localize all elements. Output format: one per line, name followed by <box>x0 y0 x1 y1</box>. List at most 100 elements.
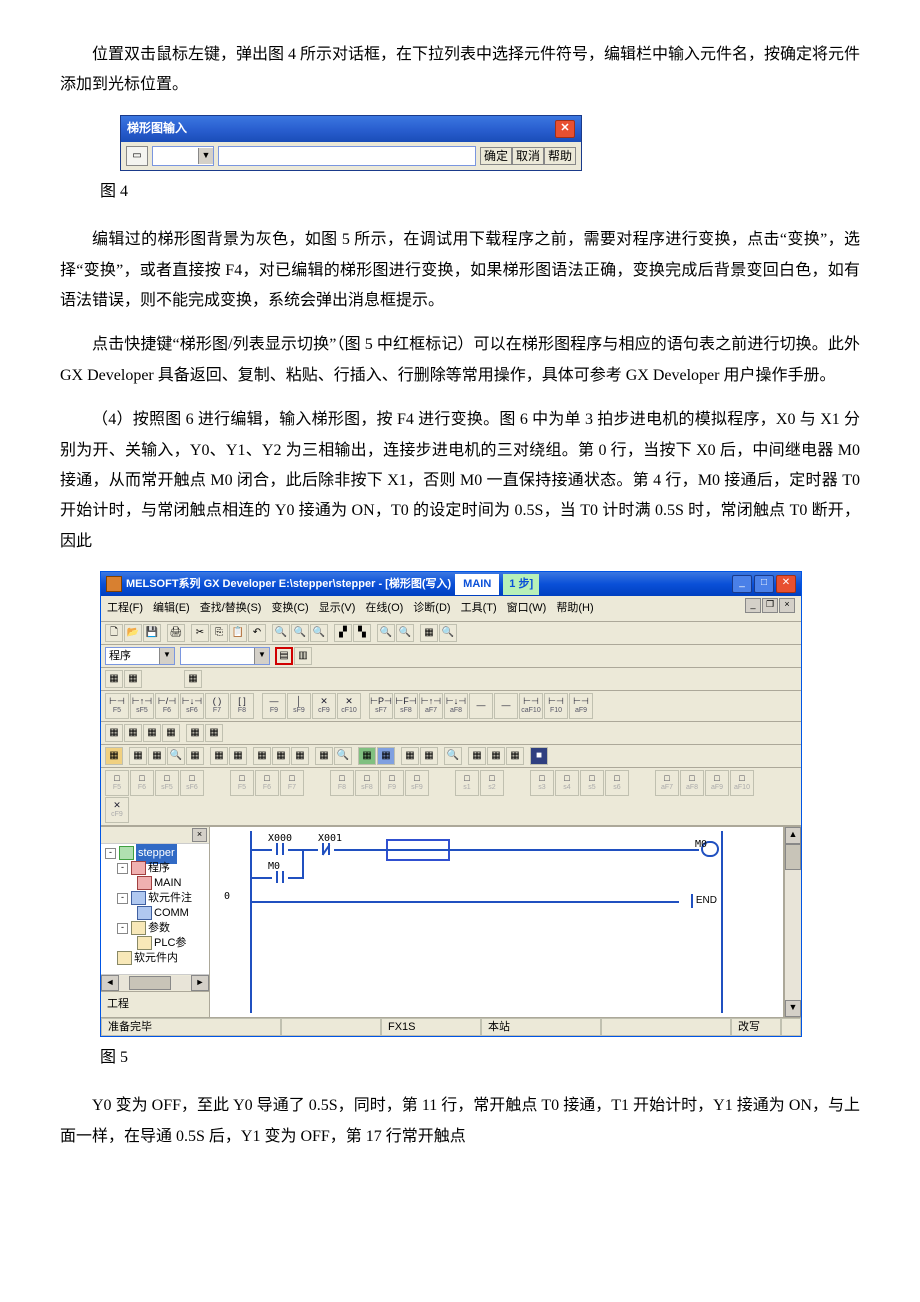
save-icon[interactable]: 💾 <box>143 624 161 642</box>
new-icon[interactable]: 🗋 <box>105 624 123 642</box>
tb6-1-icon[interactable]: ▦ <box>105 747 123 765</box>
tb6-11-icon[interactable]: ▦ <box>315 747 333 765</box>
element-name-input[interactable] <box>218 146 476 166</box>
tb6-10-icon[interactable]: ▦ <box>291 747 309 765</box>
tb6-15-icon[interactable]: ▦ <box>401 747 419 765</box>
menu-diagnose[interactable]: 诊断(D) <box>413 598 450 619</box>
menu-tools[interactable]: 工具(T) <box>461 598 497 619</box>
zoom-out-icon[interactable]: 🔍 <box>396 624 414 642</box>
contact-m0[interactable] <box>272 869 288 885</box>
paste-icon[interactable]: 📋 <box>229 624 247 642</box>
find-dev-icon[interactable]: 🔍 <box>291 624 309 642</box>
tb3-c-icon[interactable]: ▦ <box>184 670 202 688</box>
tb5-2-icon[interactable]: ▦ <box>124 724 142 742</box>
sym-sf7[interactable]: ⊢P⊣sF7 <box>369 693 393 719</box>
tree-collapse-icon[interactable]: - <box>117 863 128 874</box>
tb6-2-icon[interactable]: ▦ <box>129 747 147 765</box>
sym-f6[interactable]: ⊢/⊣F6 <box>155 693 179 719</box>
tb6-18-icon[interactable]: ▦ <box>468 747 486 765</box>
sym-cf10[interactable]: ✕cF10 <box>337 693 361 719</box>
tree-tab-project[interactable]: 工程 <box>101 991 209 1017</box>
tb6-19-icon[interactable]: ▦ <box>487 747 505 765</box>
hscroll-thumb[interactable] <box>129 976 171 990</box>
mdi-restore-icon[interactable]: ❐ <box>762 598 778 613</box>
program-name-combo[interactable]: ▼ <box>180 647 270 665</box>
tree-devmem[interactable]: 软元件内 <box>134 948 178 969</box>
menu-edit[interactable]: 编辑(E) <box>153 598 190 619</box>
tree-collapse-icon[interactable]: - <box>117 923 128 934</box>
tree-hscrollbar[interactable]: ◄ ► <box>101 974 209 991</box>
ladder-vscrollbar[interactable]: ▲ ▼ <box>784 827 801 1017</box>
tb3-b-icon[interactable]: ▦ <box>124 670 142 688</box>
close-icon[interactable]: ✕ <box>776 575 796 593</box>
tb6-20-icon[interactable]: ▦ <box>506 747 524 765</box>
symbol-icon[interactable]: ▭ <box>126 146 148 166</box>
sym-f7[interactable]: ( )F7 <box>205 693 229 719</box>
undo-icon[interactable]: ↶ <box>248 624 266 642</box>
list-view-icon[interactable]: ▥ <box>294 647 312 665</box>
tb6-9-icon[interactable]: ▦ <box>272 747 290 765</box>
tb6-14-icon[interactable]: ▦ <box>377 747 395 765</box>
sym-f8[interactable]: [ ]F8 <box>230 693 254 719</box>
scroll-right-icon[interactable]: ► <box>191 975 209 991</box>
scroll-left-icon[interactable]: ◄ <box>101 975 119 991</box>
tb6-3-icon[interactable]: ▦ <box>148 747 166 765</box>
zoom-in-icon[interactable]: 🔍 <box>377 624 395 642</box>
tb6-21-icon[interactable]: ■ <box>530 747 548 765</box>
sym-caf10[interactable]: ⊢⊣caF10 <box>519 693 543 719</box>
tb6-12-icon[interactable]: 🔍 <box>334 747 352 765</box>
scroll-down-icon[interactable]: ▼ <box>785 1000 801 1017</box>
menu-view[interactable]: 显示(V) <box>319 598 356 619</box>
vscroll-thumb[interactable] <box>785 844 801 870</box>
tb6-16-icon[interactable]: ▦ <box>420 747 438 765</box>
menu-online[interactable]: 在线(O) <box>365 598 403 619</box>
menu-find[interactable]: 查找/替换(S) <box>200 598 262 619</box>
help-button[interactable]: 帮助 <box>544 147 576 165</box>
maximize-icon[interactable]: □ <box>754 575 774 593</box>
tree-close-icon[interactable]: × <box>192 828 207 842</box>
sym-af8[interactable]: ⊢↓⊣aF8 <box>444 693 468 719</box>
cut-icon[interactable]: ✂ <box>191 624 209 642</box>
close-icon[interactable]: ✕ <box>555 120 575 138</box>
menu-window[interactable]: 窗口(W) <box>507 598 547 619</box>
copy-icon[interactable]: ⎘ <box>210 624 228 642</box>
tb6-13-icon[interactable]: ▦ <box>358 747 376 765</box>
tree-collapse-icon[interactable]: - <box>105 848 116 859</box>
sym-f5[interactable]: ⊢⊣F5 <box>105 693 129 719</box>
ladder-editor[interactable]: 0 X000 X001 M0 <box>210 827 801 1017</box>
ladder-canvas[interactable]: 0 X000 X001 M0 <box>210 827 784 1017</box>
tb6-5-icon[interactable]: ▦ <box>186 747 204 765</box>
tb3-a-icon[interactable]: ▦ <box>105 670 123 688</box>
menu-project[interactable]: 工程(F) <box>107 598 143 619</box>
project-tree[interactable]: - stepper - 程序 MAIN - <box>101 844 209 974</box>
symbol-combo[interactable]: ▼ <box>152 146 214 166</box>
tb6-7-icon[interactable]: ▦ <box>229 747 247 765</box>
sym-af7[interactable]: ⊢↑⊣aF7 <box>419 693 443 719</box>
open-icon[interactable]: 📂 <box>124 624 142 642</box>
tool-b-icon[interactable]: ▚ <box>353 624 371 642</box>
find-step-icon[interactable]: 🔍 <box>310 624 328 642</box>
sym-sf8[interactable]: ⊢F⊣sF8 <box>394 693 418 719</box>
minimize-icon[interactable]: _ <box>732 575 752 593</box>
tool-a-icon[interactable]: ▞ <box>334 624 352 642</box>
cancel-button[interactable]: 取消 <box>512 147 544 165</box>
tool-c-icon[interactable]: ▦ <box>420 624 438 642</box>
contact-x001-nc[interactable] <box>318 841 334 857</box>
menu-help[interactable]: 帮助(H) <box>556 598 593 619</box>
tb6-17-icon[interactable]: 🔍 <box>444 747 462 765</box>
tb6-8-icon[interactable]: ▦ <box>253 747 271 765</box>
contact-x000[interactable] <box>272 841 288 857</box>
sym-f9[interactable]: —F9 <box>262 693 286 719</box>
tb5-3-icon[interactable]: ▦ <box>143 724 161 742</box>
mdi-close-icon[interactable]: × <box>779 598 795 613</box>
tb5-4-icon[interactable]: ▦ <box>162 724 180 742</box>
tree-collapse-icon[interactable]: - <box>117 893 128 904</box>
ladder-list-toggle-icon[interactable]: ▤ <box>275 647 293 665</box>
mdi-minimize-icon[interactable]: _ <box>745 598 761 613</box>
menu-convert[interactable]: 变换(C) <box>271 598 308 619</box>
tb5-5-icon[interactable]: ▦ <box>186 724 204 742</box>
tb6-4-icon[interactable]: 🔍 <box>167 747 185 765</box>
tb5-1-icon[interactable]: ▦ <box>105 724 123 742</box>
sym-sf5[interactable]: ⊢↑⊣sF5 <box>130 693 154 719</box>
scroll-up-icon[interactable]: ▲ <box>785 827 801 844</box>
